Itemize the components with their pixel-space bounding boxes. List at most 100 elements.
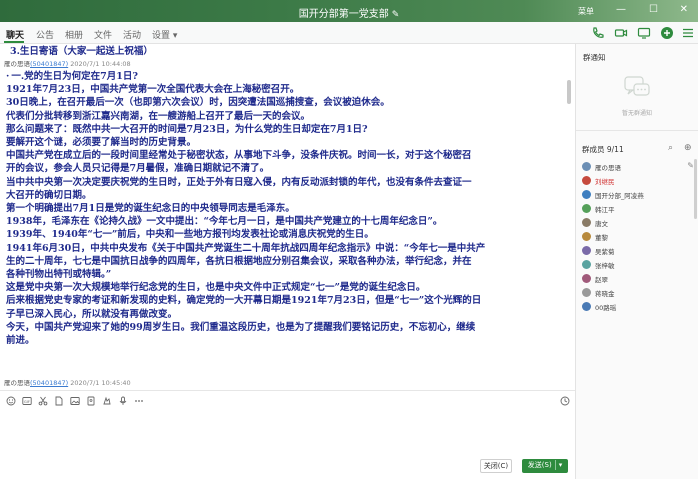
svg-text:GIF: GIF bbox=[24, 400, 30, 404]
gif-icon[interactable]: GIF bbox=[22, 396, 32, 406]
more-tools-icon[interactable] bbox=[134, 396, 144, 406]
member-item[interactable]: 吴紫菊 bbox=[582, 245, 694, 257]
message-line: 子早已深入民心，所以就没有再做改变。 bbox=[6, 308, 178, 320]
members-scrollbar-thumb[interactable] bbox=[694, 159, 697, 219]
divider bbox=[576, 130, 698, 131]
tab-bar: 聊天 公告 相册 文件 活动 设置 ▾ bbox=[0, 22, 575, 44]
window-title-text: 国开分部第一党支部 bbox=[298, 9, 389, 20]
tab-chat[interactable]: 聊天 bbox=[6, 28, 24, 41]
notice-empty-text: 暂无群通知 bbox=[621, 110, 652, 117]
sender-id[interactable]: (50401847) bbox=[30, 379, 68, 387]
message-line: 各种刊物出特刊或特辑。” bbox=[6, 269, 112, 281]
bottom-bar: 关闭(C) 发送(S) ▾ bbox=[0, 455, 575, 479]
send-button[interactable]: 发送(S) ▾ bbox=[522, 459, 568, 473]
member-item[interactable]: 赵翠 bbox=[582, 273, 694, 285]
message-line: 今天，中国共产党迎来了她的99周岁生日。我们重温这段历史，也是为了提醒我们要铭记… bbox=[6, 321, 476, 333]
member-item[interactable]: 韩江平 bbox=[582, 203, 694, 215]
chat-scrollbar-thumb[interactable] bbox=[567, 80, 571, 104]
member-item[interactable]: 张梓敏 bbox=[582, 259, 694, 271]
avatar bbox=[582, 302, 591, 311]
edit-icon[interactable]: ✎ bbox=[687, 161, 694, 170]
search-members-icon[interactable]: ⌕ bbox=[668, 143, 673, 153]
tab-activity[interactable]: 活动 bbox=[123, 28, 141, 41]
close-chat-button[interactable]: 关闭(C) bbox=[480, 459, 512, 473]
members-title: 群成员 9/11 bbox=[582, 145, 624, 154]
member-item[interactable]: 刘继民 bbox=[582, 175, 694, 187]
history-icon[interactable] bbox=[560, 396, 570, 406]
message-line: 1921年7月23日，中国共产党第一次全国代表大会在上海秘密召开。 bbox=[6, 84, 300, 96]
message-line: 30日晚上，在召开最后一次（也即第六次会议）时，因突遭法国巡捕搜查，会议被迫休会… bbox=[6, 97, 390, 109]
active-tab-indicator bbox=[4, 41, 24, 43]
member-item[interactable]: 董黎 bbox=[582, 231, 694, 243]
message-time: 2020/7/1 10:45:40 bbox=[70, 379, 131, 387]
screenshot-icon[interactable] bbox=[38, 396, 48, 406]
message-line: 1941年6月30日，中共中央发布《关于中国共产党诞生二十周年抗战四周年纪念指示… bbox=[6, 242, 486, 254]
avatar bbox=[582, 274, 591, 283]
message-line: 要解开这个谜，必须要了解当时的历史背景。 bbox=[6, 137, 197, 149]
group-notice-title: 群通知 bbox=[583, 53, 606, 62]
phone-icon[interactable] bbox=[591, 26, 605, 40]
poke-icon[interactable] bbox=[102, 396, 112, 406]
video-icon[interactable] bbox=[614, 26, 628, 40]
sender-name[interactable]: 雁の思语 bbox=[4, 379, 30, 387]
add-icon[interactable] bbox=[660, 26, 674, 40]
tab-album[interactable]: 相册 bbox=[65, 28, 83, 41]
input-toolbar: GIF bbox=[0, 390, 575, 410]
avatar bbox=[582, 246, 591, 255]
avatar bbox=[582, 218, 591, 227]
right-toolbar bbox=[575, 22, 698, 44]
tab-files[interactable]: 文件 bbox=[94, 28, 112, 41]
message-input[interactable] bbox=[0, 410, 575, 458]
message-line: 开的会议，参会人员只记得是7月暑假，准确日期就记不清了。 bbox=[6, 163, 270, 175]
message-meta: 雁の思语(50401847) 2020/7/1 10:44:08 bbox=[4, 58, 131, 68]
message-line: 前进。 bbox=[6, 335, 35, 347]
member-item[interactable]: 雁の思语 ✎ bbox=[582, 161, 694, 173]
message-meta: 雁の思语(50401847) 2020/7/1 10:45:40 bbox=[4, 377, 131, 387]
tab-announcement[interactable]: 公告 bbox=[36, 28, 54, 41]
message-line: 后来根据党史专家的考证和新发现的史料，确定党的一大开幕日期是1921年7月23日… bbox=[6, 295, 482, 307]
send-label: 发送(S) bbox=[527, 461, 552, 469]
image-icon[interactable] bbox=[70, 396, 80, 406]
more-icon[interactable] bbox=[681, 26, 695, 40]
send-options-chevron-icon[interactable]: ▾ bbox=[559, 461, 563, 469]
maximize-button[interactable]: ☐ bbox=[649, 4, 658, 15]
message-time: 2020/7/1 10:44:08 bbox=[70, 60, 131, 68]
message-line: 中国共产党在成立后的一段时间里经常处于秘密状态，从事地下斗争，没条件庆祝。时间一… bbox=[6, 150, 472, 162]
message-fragment: 3.生日寄语（大家一起送上祝福） bbox=[10, 46, 153, 57]
sender-name[interactable]: 雁の思语 bbox=[4, 60, 30, 68]
member-item[interactable]: 国开分部_阿凌燕 bbox=[582, 189, 694, 201]
voice-icon[interactable] bbox=[118, 396, 128, 406]
avatar bbox=[582, 204, 591, 213]
message-line: 这是党中央第一次大规模地举行纪念党的生日，也是中央文件中正式规定“七一”是党的诞… bbox=[6, 282, 426, 294]
chat-area[interactable]: 3.生日寄语（大家一起送上祝福） 雁の思语(50401847) 2020/7/1… bbox=[0, 44, 575, 390]
message-line: 生的二十周年，七七是中国抗日战争的四周年，各抗日根据地应分别召集会议，采取各种办… bbox=[6, 255, 472, 267]
message-line: 1939年、1940年“七一”前后，中央和一些地方报刊均发表社论或消息庆祝党的生… bbox=[6, 229, 374, 241]
edit-icon[interactable]: ✎ bbox=[392, 10, 400, 20]
add-member-icon[interactable]: ⊕ bbox=[684, 143, 692, 153]
emoji-icon[interactable] bbox=[6, 396, 16, 406]
member-item[interactable]: 唐文 bbox=[582, 217, 694, 229]
tab-settings[interactable]: 设置 ▾ bbox=[152, 28, 177, 41]
message-line: 当中共中央第一次决定要庆祝党的生日时，正处于外有日寇入侵，内有反动派封锁的年代，… bbox=[6, 176, 472, 188]
member-item[interactable]: 00路瑶 bbox=[582, 301, 694, 313]
message-line: 代表们分批转移到浙江嘉兴南湖，在一艘游船上召开了最后一天的会议。 bbox=[6, 110, 311, 122]
avatar bbox=[582, 190, 591, 199]
message-line: · 一.党的生日为何定在7月1日? bbox=[6, 71, 138, 82]
share-screen-icon[interactable] bbox=[637, 26, 651, 40]
group-info-panel: 群通知 暂无群通知 群成员 9/11 ⌕ ⊕ 雁の思语 ✎ 刘继民 国开分部_阿… bbox=[575, 44, 698, 479]
avatar bbox=[582, 162, 591, 171]
close-window-button[interactable]: ✕ bbox=[680, 4, 688, 15]
message-line: 大召开的确切日期。 bbox=[6, 189, 92, 201]
member-item[interactable]: 蒋晓金 bbox=[582, 287, 694, 299]
sender-id[interactable]: (50401847) bbox=[30, 60, 68, 68]
minimize-button[interactable]: — bbox=[616, 4, 626, 15]
red-packet-icon[interactable] bbox=[86, 396, 96, 406]
avatar bbox=[582, 288, 591, 297]
empty-notice-icon bbox=[624, 76, 650, 96]
title-bar: 国开分部第一党支部 ✎ 菜单 — ☐ ✕ bbox=[0, 0, 698, 22]
menu-button[interactable]: 菜单 bbox=[578, 6, 594, 17]
avatar bbox=[582, 232, 591, 241]
file-icon[interactable] bbox=[54, 396, 64, 406]
message-line: 1938年，毛泽东在《论持久战》一文中提出：“今年七月一日，是中国共产党建立的十… bbox=[6, 216, 443, 228]
message-line: 那么问题来了：既然中共一大召开的时间是7月23日，为什么党的生日却定在7月1日? bbox=[6, 123, 368, 135]
